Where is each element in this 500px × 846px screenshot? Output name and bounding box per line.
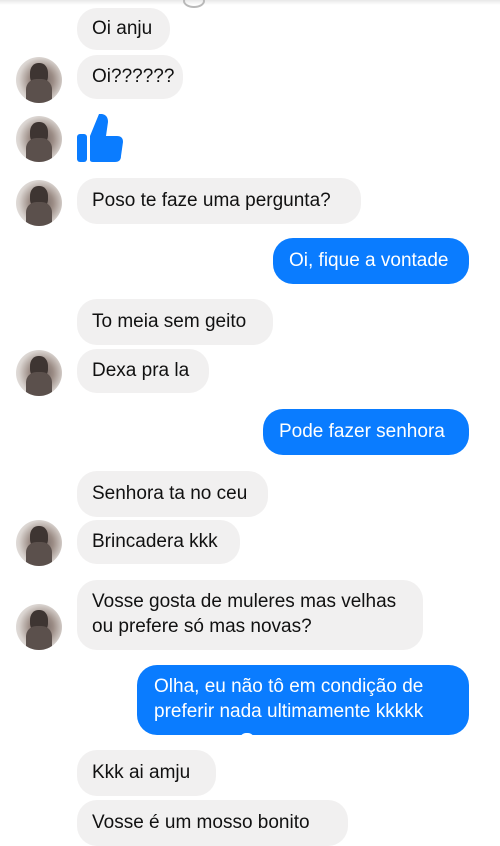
message-bubble-incoming: To meia sem geito [77, 299, 273, 345]
message-bubble-incoming: Oi?????? [77, 55, 183, 99]
contact-avatar[interactable] [16, 57, 62, 103]
thumb-hand [90, 114, 123, 162]
message-bubble-incoming: Dexa pra la [77, 349, 209, 393]
message-bubble-outgoing: Oi, fique a vontade [273, 238, 469, 284]
message-bubble-incoming: Brincadera kkk [77, 520, 240, 564]
message-bubble-incoming: Poso te faze uma pergunta? [77, 178, 361, 224]
message-bubble-outgoing: Olha, eu não tô em condição de preferir … [137, 665, 469, 735]
contact-avatar[interactable] [16, 604, 62, 650]
top-edge [0, 0, 500, 8]
avatar-body [26, 372, 52, 396]
message-bubble-incoming: Vosse é um mosso bonito [77, 800, 348, 846]
message-bubble-incoming: Senhora ta no ceu [77, 471, 268, 517]
avatar-body [26, 79, 52, 103]
avatar-body [26, 138, 52, 162]
partial-icon [183, 0, 205, 8]
avatar-body [26, 542, 52, 566]
thumbs-up-icon [77, 114, 123, 162]
message-bubble-outgoing: Pode fazer senhora [263, 409, 469, 455]
message-bubble-incoming: Vosse gosta de muleres mas velhas ou pre… [77, 580, 423, 650]
avatar-body [26, 626, 52, 650]
message-bubble-incoming: Oi anju [77, 8, 170, 50]
contact-avatar[interactable] [16, 350, 62, 396]
message-bubble-incoming: Kkk ai amju [77, 750, 216, 796]
contact-avatar[interactable] [16, 180, 62, 226]
avatar-body [26, 202, 52, 226]
read-receipt-indicator [240, 733, 254, 739]
thumb-cuff [77, 134, 87, 162]
contact-avatar[interactable] [16, 116, 62, 162]
contact-avatar[interactable] [16, 520, 62, 566]
